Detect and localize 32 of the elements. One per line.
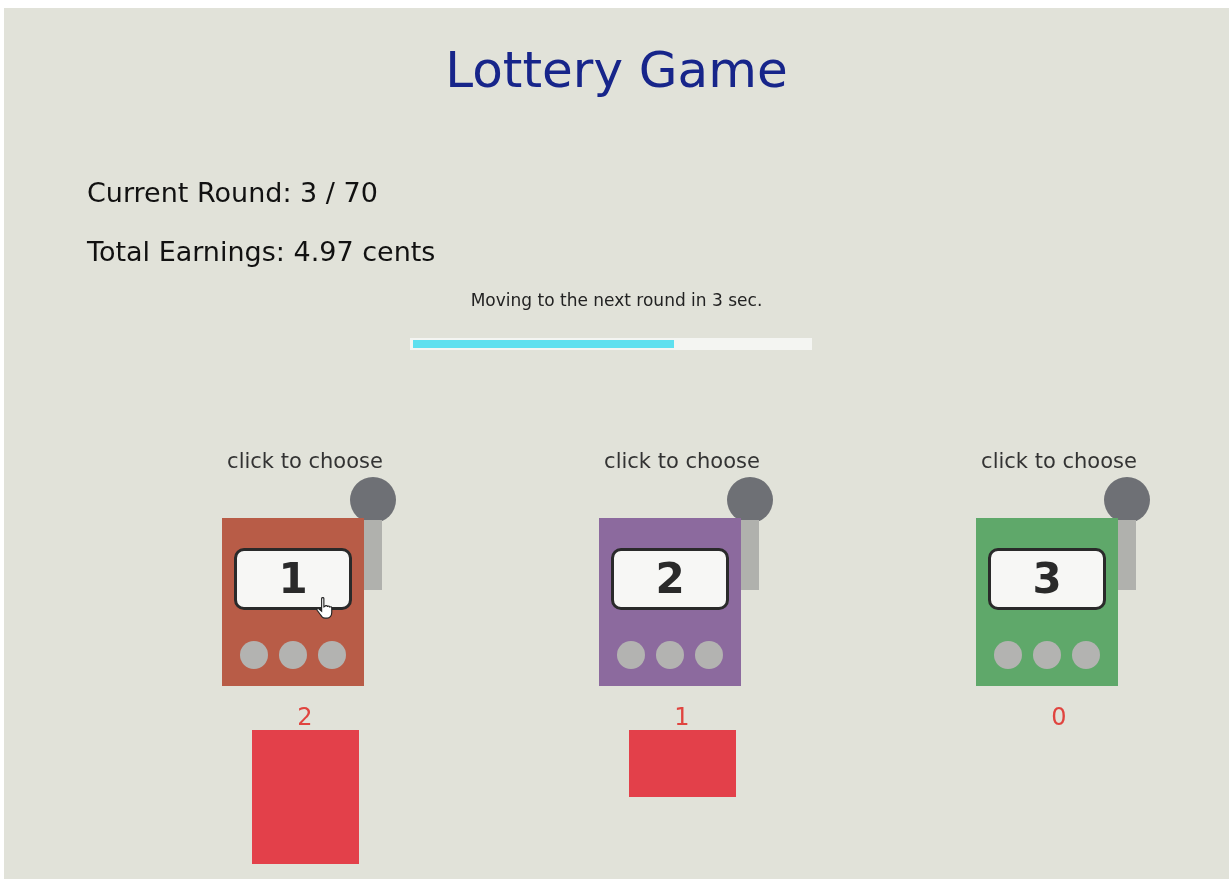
light-dot <box>617 641 645 669</box>
light-dot <box>318 641 346 669</box>
light-dot <box>279 641 307 669</box>
slot-machine[interactable]: 3 <box>969 477 1149 686</box>
lever-stick <box>739 520 759 590</box>
machine-number: 2 <box>611 548 729 610</box>
machine-number: 3 <box>988 548 1106 610</box>
choose-prompt: click to choose <box>227 449 383 473</box>
lever-knob <box>727 477 773 523</box>
lever-stick <box>362 520 382 590</box>
current-round: Current Round: 3 / 70 <box>87 176 378 210</box>
total-earnings: Total Earnings: 4.97 cents <box>87 235 436 269</box>
light-dot <box>240 641 268 669</box>
choose-prompt: click to choose <box>981 449 1137 473</box>
lever-knob <box>1104 477 1150 523</box>
lever-stick <box>1116 520 1136 590</box>
choice-count: 2 <box>297 704 313 730</box>
choose-prompt: click to choose <box>604 449 760 473</box>
light-dot <box>1072 641 1100 669</box>
light-dot <box>1033 641 1061 669</box>
slot-machine[interactable]: 2 <box>592 477 772 686</box>
machine-number: 1 <box>234 548 352 610</box>
choice-count: 0 <box>1051 704 1067 730</box>
hand-cursor-icon <box>316 596 334 620</box>
lever-knob <box>350 477 396 523</box>
countdown-message: Moving to the next round in 3 sec. <box>470 289 763 312</box>
light-dot <box>656 641 684 669</box>
light-dot <box>994 641 1022 669</box>
slot-machine[interactable]: 1 <box>215 477 395 686</box>
choice-count: 1 <box>674 704 690 730</box>
page-title: Lottery Game <box>444 40 789 100</box>
light-dot <box>695 641 723 669</box>
